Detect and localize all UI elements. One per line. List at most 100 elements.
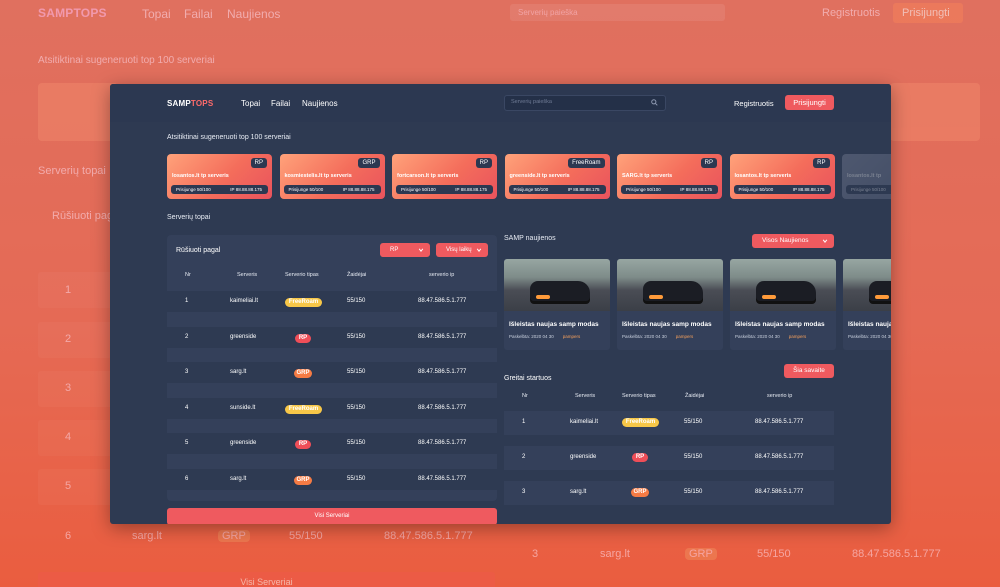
news-image [617,259,723,311]
row-server: sarg.lt [230,369,247,375]
row-players: 55/150 [684,489,703,495]
news-date: Paskelbta: 2020 04 30 [735,334,780,339]
main-window: SAMPTOPS Topai Failai Naujienos Registru… [110,84,891,524]
server-info-bar: Prisijunge 50/100 IP 88.88.88.175 [733,185,831,194]
table-row[interactable]: 2 greenside RP 55/150 88.47.586.5.1.777 [167,326,497,348]
col-players: Žaidėjai [347,272,367,278]
news-image [504,259,610,311]
server-info-bar: Prisijunge 50/100 IP 88.88.88.175 [283,185,381,194]
bg-row-number: 5 [65,480,72,492]
nav-failai[interactable]: Failai [271,99,290,108]
server-info-bar: Prisijunge 50/100 IP 88.88.88.175 [508,185,606,194]
row-server: kaimeliai.lt [230,298,259,304]
news-card[interactable]: Išleistas naujas samp modas Paskelbta: 20… [730,259,836,350]
type-filter-value: RP [390,247,399,253]
bg-right-row-type: GRP [685,548,717,560]
bg-row-number: 2 [65,333,72,345]
row-server: sarg.lt [230,475,247,482]
row-number: 5 [185,440,189,446]
col-nr: Nr [185,272,191,278]
row-ip: 88.47.586.5.1.777 [418,369,467,375]
news-card[interactable]: Išleistas naujas samp modas Paskelbta: 20… [617,259,723,350]
time-filter-dropdown[interactable]: Visų laikų [436,243,488,257]
server-card[interactable]: RP losantos.lt tp serveris Prisijunge 50/1… [729,154,835,199]
row-type-badge: RP [632,453,648,462]
server-type-badge: RP [813,158,830,168]
table-row[interactable]: 1 kaimeliai.lt FreeRoam 55/150 88.47.586.5.1… [167,291,497,312]
row-number: 3 [185,369,189,375]
row-type-badge: RP [295,333,311,343]
row-type-badge: FreeRoam [285,298,322,307]
news-author: pampers [675,334,694,339]
news-title: Išleistas naujas samp modas [509,321,599,328]
server-type-badge: FreeRoam [568,158,605,168]
row-players: 55/150 [347,475,366,482]
news-image [730,259,836,311]
server-card[interactable]: RP fortcarson.lt tp serveris Prisijunge 50… [392,154,497,199]
server-card[interactable]: RP SARG.lt tp serveris Prisijunge 50/100 IP… [617,154,722,199]
row-ip: 88.47.586.5.1.777 [418,404,467,411]
news-meta: Paskelbta: 2020 04 30 pampers [509,334,580,339]
logo[interactable]: SAMPTOPS [167,99,213,108]
register-link[interactable]: Registruotis [734,99,774,108]
featured-heading: Atsitiktinai sugeneruoti top 100 serveri… [167,134,291,141]
server-card[interactable]: RP losantos.lt tp serveris Prisijunge 50/1… [167,154,272,199]
news-title: Išleistas naujas samp modas [622,321,712,328]
row-players: 55/150 [347,369,366,375]
login-button[interactable]: Prisijungti [785,95,834,110]
row-players: 55/150 [347,333,366,340]
news-card[interactable]: Išleistas naujas samp modas Paskelbta: 20… [843,259,891,350]
bg-right-row-players: 55/150 [757,548,791,560]
col-server: Serveris [575,393,596,399]
table-row[interactable]: 1 kaimeliai.lt FreeRoam 55/150 88.47.586.5.1… [504,411,834,435]
row-server: greenside [230,333,257,340]
bg-all-servers-button: Visi Serveriai [38,572,495,587]
table-row[interactable]: 4 sunside.lt FreeRoam 55/150 88.47.586.5.1.7… [167,397,497,419]
bg-card [38,83,118,141]
search-icon[interactable] [651,99,658,106]
col-players: Žaidėjai [685,393,705,399]
row-players: 55/150 [684,454,703,460]
news-card[interactable]: Išleistas naujas samp modas Paskelbta: 20… [504,259,610,350]
server-card[interactable]: FreeRoam greenside.lt tp serveris Prisijun… [504,154,610,199]
search-input[interactable] [511,99,641,105]
search-box[interactable] [504,95,666,111]
logo-text-b: TOPS [190,99,214,108]
bg-row-type: GRP [218,530,250,542]
server-type-badge: GRP [358,158,380,168]
car-light [762,295,776,299]
row-number: 2 [185,333,189,340]
table-row[interactable]: 6 sarg.lt GRP 55/150 88.47.586.5.1.777 [167,468,497,490]
server-card[interactable]: GRP kosmiestelis.lt tp serveris Prisijunge… [279,154,385,199]
row-type-badge: FreeRoam [622,418,659,427]
bg-row-number: 3 [65,382,72,394]
table-row[interactable]: 5 greenside RP 55/150 88.47.586.5.1.777 [167,433,497,454]
nav-topai[interactable]: Topai [241,99,260,108]
type-filter-dropdown[interactable]: RP [380,243,430,257]
bg-heading-top: Serverių topai [38,165,106,177]
table-row[interactable]: 3 sarg.lt GRP 55/150 88.47.586.5.1.777 [167,362,497,383]
table-row[interactable]: 2 greenside RP 55/150 88.47.586.5.1.777 [504,446,834,470]
bg-nav-naujienos: Naujienos [227,7,281,21]
col-nr: Nr [522,393,528,399]
row-ip: 88.47.586.5.1.777 [418,298,467,304]
news-meta: Paskelbta: 2020 04 30 pampers [735,334,806,339]
time-filter-value: Visų laikų [446,247,472,253]
server-ip: IP 88.88.88.175 [455,187,487,192]
car-light [649,295,663,299]
row-server: sarg.lt [570,489,587,495]
server-ip: IP 88.88.88.175 [342,187,375,192]
nav-naujienos[interactable]: Naujienos [302,99,338,108]
this-week-button[interactable]: Šia savaite [784,364,834,378]
table-row[interactable]: 3 sarg.lt GRP 55/150 88.47.586.5.1.777 [504,481,834,505]
all-servers-button[interactable]: Visi Serveriai [167,508,497,524]
news-date: Paskelbta: 2020 04 30 [848,334,891,339]
server-ip: IP 88.88.88.175 [680,187,712,192]
top-navbar: SAMPTOPS Topai Failai Naujienos Registru… [110,84,891,122]
chevron-down-icon [476,248,482,252]
bg-right-row-server: sarg.lt [600,548,630,560]
news-meta: Paskelbta: 2020 04 30 pampers [622,334,693,339]
server-card[interactable]: losantos.lt tp Prisijunge 50/100IP 88.88.… [842,154,891,199]
all-news-button[interactable]: Visos Naujienos [752,234,834,248]
row-server: sunside.lt [230,404,256,411]
